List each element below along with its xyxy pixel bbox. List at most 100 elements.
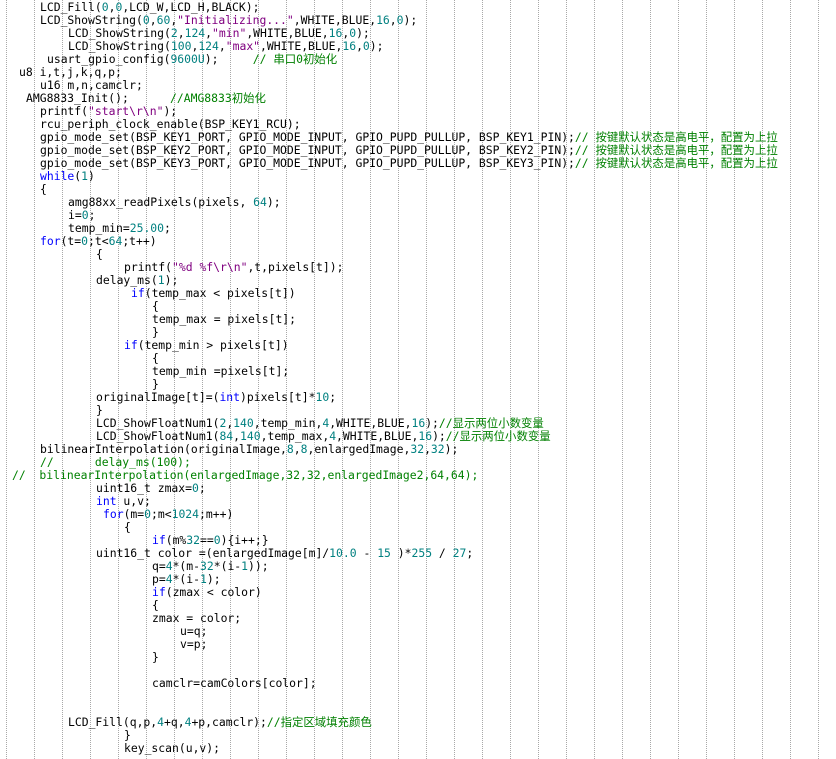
code-comment: // 串口0初始化 <box>252 52 338 66</box>
indent-guide <box>594 0 595 759</box>
code-token: 32 <box>186 533 201 547</box>
indent-guide <box>538 0 539 759</box>
indent-guide <box>622 0 623 759</box>
code-token: ;m++) <box>199 507 234 521</box>
code-token: *(m- <box>172 559 201 573</box>
code-comment: // bilinearInterpolation(enlargedImage,3… <box>12 468 479 482</box>
code-line[interactable]: temp_min =pixels[t]; <box>152 365 289 378</box>
code-token: u16 m,n,camclr; <box>40 78 143 92</box>
code-comment: //AMG8833初始化 <box>170 91 266 105</box>
code-token: 64 <box>253 195 267 209</box>
code-line[interactable]: // bilinearInterpolation(enlargedImage,3… <box>12 469 478 482</box>
code-token: 10 <box>315 390 330 404</box>
code-comment: //显示两位小数变量 <box>445 429 551 443</box>
code-token: for <box>40 234 61 248</box>
code-line[interactable]: } <box>152 651 159 664</box>
code-token: 0 <box>101 0 109 14</box>
code-line[interactable]: while(1) <box>40 170 95 183</box>
code-line[interactable]: key_scan(u,v); <box>124 742 220 755</box>
indent-guide <box>482 0 483 759</box>
code-token: 0 <box>362 39 370 53</box>
code-token: ); <box>444 442 459 456</box>
code-token: 15 <box>377 546 391 560</box>
code-token: 0 <box>396 13 404 27</box>
code-token: 10.0 <box>329 546 357 560</box>
code-token: camclr=camColors[color]; <box>152 676 317 690</box>
code-line[interactable]: { <box>96 248 103 261</box>
code-token: gpio_mode_set(BSP_KEY2_PORT, GPIO_MODE_I… <box>40 143 575 157</box>
code-token: ,temp_max, <box>260 429 330 443</box>
code-line[interactable]: temp_max = pixels[t]; <box>152 313 296 326</box>
code-token: LCD_ShowString( <box>68 26 171 40</box>
code-token: ,enlargedImage, <box>307 442 411 456</box>
code-line[interactable]: if(temp_min > pixels[t]) <box>124 339 289 352</box>
code-token: ,WHITE,BLUE, <box>336 429 419 443</box>
code-token: ); <box>204 52 253 66</box>
code-token: rcu_periph_clock_enable(BSP_KEY1_RCU); <box>40 117 301 131</box>
indent-guide <box>510 0 511 759</box>
indent-guide <box>6 0 7 759</box>
code-token: 255 <box>411 546 433 560</box>
code-token: 0 <box>81 234 89 248</box>
code-token: q= <box>152 559 166 573</box>
indent-guide <box>678 0 679 759</box>
code-line[interactable]: gpio_mode_set(BSP_KEY3_PORT, GPIO_MODE_I… <box>40 157 778 170</box>
indent-guide <box>314 0 315 759</box>
code-token: bilinearInterpolation(originalImage, <box>40 442 287 456</box>
code-editor[interactable]: LCD_Fill(0,0,LCD_W,LCD_H,BLACK); LCD_Show… <box>0 0 836 759</box>
code-token: { <box>124 520 131 534</box>
code-token: *(i- <box>172 572 201 586</box>
code-token: / <box>432 546 453 560</box>
code-token: amg88xx_readPixels(pixels, <box>68 195 254 209</box>
code-token: 1024 <box>171 507 200 521</box>
code-line[interactable]: amg88xx_readPixels(pixels, 64); <box>68 196 281 209</box>
code-token: ;m< <box>151 507 172 521</box>
indent-guide <box>650 0 651 759</box>
code-token: 4 <box>165 559 173 573</box>
code-token: ,WHITE,BLUE, <box>246 26 329 40</box>
code-token: ); <box>369 39 384 53</box>
code-token: LCD_Fill(q,p, <box>68 715 158 729</box>
indent-guide <box>286 0 287 759</box>
code-token: temp_max = pixels[t]; <box>152 312 297 326</box>
indent-guide <box>230 0 231 759</box>
code-token: "max" <box>225 39 261 53</box>
code-token: == <box>200 533 214 547</box>
code-token: usart_gpio_config( <box>47 52 171 66</box>
code-line[interactable]: for(m=0;m<1024;m++) <box>103 508 233 521</box>
code-comment: // 按键默认状态是高电平，配置为上拉 <box>574 143 778 157</box>
indent-guide <box>258 0 259 759</box>
code-token: 1 <box>200 572 207 586</box>
code-token: ); <box>164 273 179 287</box>
code-token: while <box>40 169 75 183</box>
code-line[interactable]: originalImage[t]=(int)pixels[t]*10; <box>96 391 336 404</box>
code-token: ); <box>206 572 221 586</box>
code-token: v=p; <box>180 637 208 651</box>
code-line[interactable]: { <box>124 521 131 534</box>
code-token: int <box>96 494 117 508</box>
code-token: 25.00 <box>129 221 165 235</box>
code-line[interactable]: LCD_Fill(q,p,4+q,4+p,camclr);//指定区域填充颜色 <box>68 716 372 729</box>
indent-guide <box>566 0 567 759</box>
code-token: 32 <box>410 442 425 456</box>
code-line[interactable]: { <box>40 183 47 196</box>
code-token: ; <box>466 546 474 560</box>
code-token: ; <box>164 221 171 235</box>
code-token: ;t++) <box>122 234 157 248</box>
code-token: ); <box>356 26 370 40</box>
code-token: 16 <box>342 39 357 53</box>
code-token: ); <box>425 416 439 430</box>
code-token: ) <box>88 169 95 183</box>
code-token: 27 <box>452 546 467 560</box>
code-token: ,WHITE,BLUE, <box>329 416 412 430</box>
code-token: u=q; <box>180 624 208 638</box>
code-token: } <box>124 728 131 742</box>
code-line[interactable]: v=p; <box>180 638 207 651</box>
code-token: key_scan(u,v); <box>124 741 221 755</box>
code-line[interactable]: if(zmax < color) <box>152 586 262 599</box>
code-token: ); <box>403 13 418 27</box>
code-comment: // 按键默认状态是高电平，配置为上拉 <box>574 130 778 144</box>
code-token: ); <box>432 429 446 443</box>
code-line[interactable]: camclr=camColors[color]; <box>152 677 317 690</box>
code-token: { <box>152 299 159 313</box>
